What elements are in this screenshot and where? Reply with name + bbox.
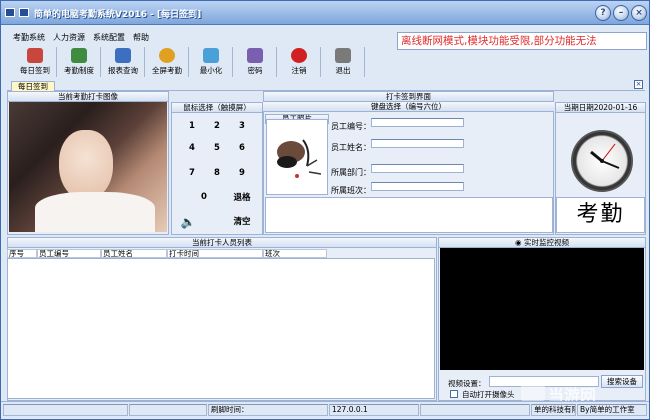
status-empty — [420, 404, 530, 416]
video-panel-title-text: 实时监控视频 — [523, 238, 569, 247]
keyboard-select-title: 键盘选择（编号六位） — [263, 102, 554, 112]
menu-hr[interactable]: 人力资源 — [53, 32, 85, 44]
key-4[interactable]: 4 — [181, 140, 203, 156]
exit-button[interactable]: 退出 — [321, 47, 365, 77]
toolbar: 每日签到 考勤制度 报表查询 全屏考勤 最小化 密码 注销 退出 — [13, 47, 365, 77]
daily-checkin-button[interactable]: 每日签到 — [13, 47, 57, 77]
employee-id-label: 员工编号： — [331, 122, 371, 131]
face-shape — [59, 130, 113, 200]
auto-open-checkbox[interactable] — [450, 390, 458, 398]
col-index[interactable]: 序号 — [7, 249, 37, 258]
minimize-app-button[interactable]: 最小化 — [189, 47, 233, 77]
current-date-label: 当期日期2020-01-16 — [556, 103, 645, 113]
exit-icon — [335, 48, 351, 63]
stop-icon — [291, 48, 307, 63]
key-2[interactable]: 2 — [206, 118, 228, 134]
employee-name-field — [371, 139, 464, 148]
status-bar: 刷脚时间： 127.0.0.1 单的科技有限公司 By简单的工作室 — [1, 401, 649, 419]
offline-mode-banner: 离线断网模式,模块功能受限,部分功能无法 — [397, 32, 647, 50]
checkin-message-area — [265, 197, 553, 233]
status-company: 单的科技有限公司 — [531, 404, 576, 416]
app-icon[interactable] — [5, 8, 15, 17]
window-title: 简单的电脑考勤系统V2016 - [每日签到] — [34, 10, 202, 20]
report-icon — [115, 48, 131, 63]
clock-face — [590, 143, 620, 169]
checkin-panel-title: 打卡签到界面 — [264, 92, 553, 102]
key-8[interactable]: 8 — [206, 165, 228, 181]
key-1[interactable]: 1 — [181, 118, 203, 134]
analog-clock — [571, 130, 633, 192]
key-3[interactable]: 3 — [231, 118, 253, 134]
auto-open-label: 自动打开摄像头 — [462, 390, 515, 399]
ink-painting-image — [277, 139, 322, 178]
col-employee-name[interactable]: 员工姓名 — [101, 249, 167, 258]
video-setting-label: 视频设置： — [448, 379, 486, 388]
status-cell-1 — [3, 404, 128, 416]
watermark-logo — [521, 382, 545, 402]
checkin-list[interactable] — [7, 258, 435, 399]
col-employee-id[interactable]: 员工编号 — [37, 249, 101, 258]
fullscreen-attendance-label: 全屏考勤 — [152, 66, 182, 75]
key-5[interactable]: 5 — [206, 140, 228, 156]
attendance-big-label: 考勤 — [556, 197, 645, 233]
calendar-icon — [27, 48, 43, 63]
shift-field — [371, 182, 464, 191]
daily-checkin-label: 每日签到 — [20, 66, 50, 75]
menu-bar: 考勤系统 人力资源 系统配置 帮助 — [13, 32, 149, 44]
password-label: 密码 — [247, 66, 263, 75]
employee-name-label: 员工姓名： — [331, 143, 371, 152]
checkin-photo — [9, 102, 167, 232]
report-query-button[interactable]: 报表查询 — [101, 47, 145, 77]
minimize-button[interactable]: – — [613, 5, 629, 21]
exit-label: 退出 — [335, 66, 351, 75]
photo-panel-title: 当前考勤打卡图像 — [8, 92, 168, 102]
department-label: 所属部门： — [331, 168, 371, 177]
clear-key[interactable]: 清空 — [228, 214, 256, 230]
attendance-rules-label: 考勤制度 — [64, 66, 94, 75]
menu-attendance-system[interactable]: 考勤系统 — [13, 32, 45, 44]
key-9[interactable]: 9 — [231, 165, 253, 181]
close-button[interactable]: × — [631, 5, 647, 21]
attendance-rules-button[interactable]: 考勤制度 — [57, 47, 101, 77]
tab-strip: 每日签到 × — [7, 79, 645, 92]
col-shift[interactable]: 班次 — [263, 249, 327, 258]
password-button[interactable]: 密码 — [233, 47, 277, 77]
fullscreen-attendance-button[interactable]: 全屏考勤 — [145, 47, 189, 77]
department-field — [371, 164, 464, 173]
checkin-list-title: 当前打卡人员列表 — [8, 238, 436, 248]
minimize-icon — [203, 48, 219, 63]
employee-photo — [266, 119, 328, 195]
child-window-icon[interactable] — [19, 8, 29, 17]
menu-config[interactable]: 系统配置 — [93, 32, 125, 44]
status-cell-2 — [129, 404, 207, 416]
clock-icon — [159, 48, 175, 63]
rules-icon — [71, 48, 87, 63]
key-0[interactable]: 0 — [193, 189, 215, 205]
minimize-app-label: 最小化 — [199, 66, 223, 75]
backspace-key[interactable]: 退格 — [228, 190, 256, 206]
speaker-icon[interactable]: 🔈 — [179, 214, 197, 230]
key-6[interactable]: 6 — [231, 140, 253, 156]
employee-id-field — [371, 118, 464, 127]
video-panel-title: ◉ 实时监控视频 — [439, 238, 645, 248]
col-checkin-time[interactable]: 打卡时间 — [167, 249, 263, 258]
key-7[interactable]: 7 — [181, 165, 203, 181]
shift-label: 所属班次： — [331, 186, 371, 195]
help-button[interactable]: ? — [595, 5, 611, 21]
status-time-label: 刷脚时间： — [208, 404, 328, 416]
app-window: 简单的电脑考勤系统V2016 - [每日签到] ? – × 考勤系统 人力资源 … — [0, 0, 650, 420]
tab-close-icon[interactable]: × — [634, 80, 643, 89]
live-video-view — [440, 248, 644, 370]
logout-button[interactable]: 注销 — [277, 47, 321, 77]
menu-help[interactable]: 帮助 — [133, 32, 149, 44]
key-icon — [247, 48, 263, 63]
mouse-select-title: 鼠标选择（触摸屏） — [172, 103, 262, 113]
search-device-button[interactable]: 搜索设备 — [601, 375, 643, 388]
status-ip: 127.0.0.1 — [329, 404, 419, 416]
status-by: By简单的工作室 — [577, 404, 647, 416]
title-bar: 简单的电脑考勤系统V2016 - [每日签到] ? – × — [1, 1, 649, 25]
shirt-shape — [35, 192, 155, 232]
logout-label: 注销 — [291, 66, 307, 75]
report-query-label: 报表查询 — [108, 66, 138, 75]
